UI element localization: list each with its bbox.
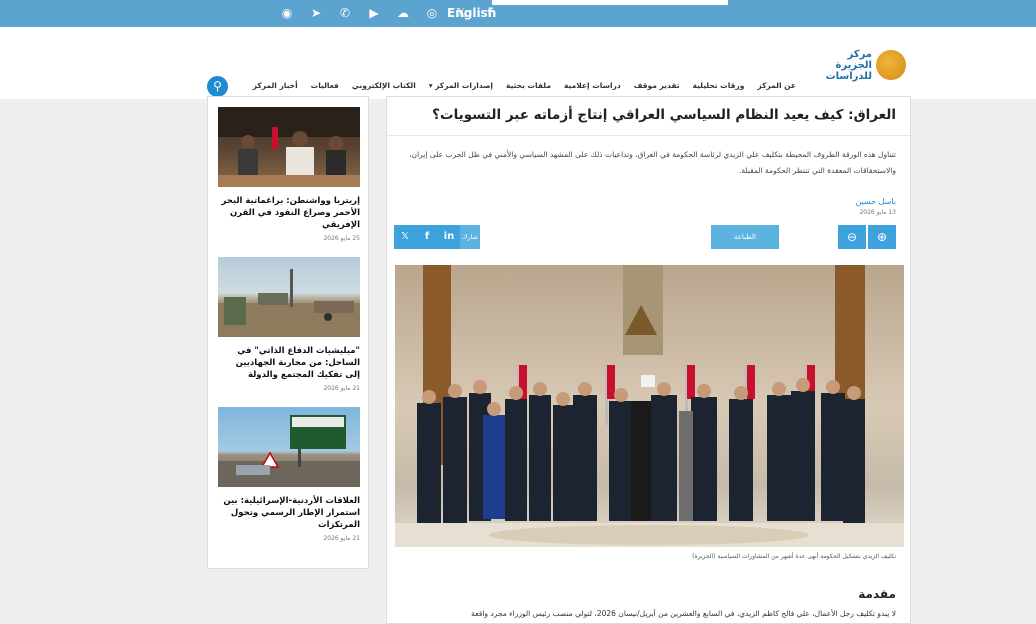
logo-line-2: للدراسات bbox=[825, 70, 872, 82]
logo-mark-icon bbox=[876, 50, 906, 80]
youtube-icon[interactable]: ▶ bbox=[368, 0, 380, 27]
nav-media-studies[interactable]: دراسات إعلامية bbox=[564, 81, 621, 90]
border-crossing-photo bbox=[218, 415, 360, 487]
instagram-icon[interactable]: ◎ bbox=[426, 0, 438, 27]
related-card-image[interactable] bbox=[218, 257, 360, 337]
related-card-date: 25 مايو 2026 bbox=[323, 235, 360, 242]
nav-events[interactable]: فعاليات bbox=[311, 81, 339, 90]
article-lead: تتناول هذه الورقة الظروف المحيطة بتكليف … bbox=[409, 150, 896, 175]
font-size-controls: ⊖ ⊕ bbox=[838, 225, 896, 249]
search-button[interactable]: ⚲ bbox=[207, 76, 228, 97]
top-bar-strip bbox=[492, 0, 728, 5]
related-card-title[interactable]: العلاقات الأردنية-الإسرائيلية: بين استمر… bbox=[218, 495, 360, 531]
cabinet-photo bbox=[395, 265, 904, 547]
related-card-image[interactable] bbox=[218, 107, 360, 187]
article-title: العراق: كيف يعيد النظام السياسي العراقي … bbox=[432, 107, 896, 123]
nav-ebook[interactable]: الكتاب الإلكتروني bbox=[352, 81, 416, 90]
print-button[interactable]: الطباعة bbox=[711, 225, 779, 249]
top-bar: ◉ ➤ ✆ ▶ ☁ ◎ 𝕏 f English bbox=[0, 0, 1036, 27]
zoom-in-button[interactable]: ⊕ bbox=[868, 225, 896, 249]
soundcloud-icon[interactable]: ☁ bbox=[397, 0, 409, 27]
related-card[interactable]: "ميليشيات الدفاع الذاتي" في الساحل: من م… bbox=[218, 257, 360, 392]
nav-about[interactable]: عن المركز bbox=[757, 81, 796, 90]
related-card[interactable]: إريتريا وواشنطن: براغماتية البحر الأحمر … bbox=[218, 107, 360, 242]
meeting-photo bbox=[218, 107, 360, 187]
facebook-share-icon[interactable]: f bbox=[416, 225, 438, 249]
related-card-date: 21 مايو 2026 bbox=[323, 535, 360, 542]
nav-research-files[interactable]: ملفات بحثية bbox=[506, 81, 551, 90]
militia-photo bbox=[218, 269, 360, 337]
related-card-title[interactable]: إريتريا وواشنطن: براغماتية البحر الأحمر … bbox=[218, 195, 360, 231]
whatsapp-icon[interactable]: ✆ bbox=[339, 0, 351, 27]
linkedin-share-icon[interactable]: in bbox=[438, 225, 460, 249]
logo-text: مركز الجزيرة للدراسات bbox=[816, 49, 872, 82]
main-nav: عن المركز ورقات تحليلية تقدير موقف دراسا… bbox=[253, 75, 796, 95]
site-logo[interactable]: مركز الجزيرة للدراسات bbox=[816, 45, 906, 85]
english-link[interactable]: English bbox=[447, 0, 496, 27]
article-author[interactable]: باسل حسين bbox=[855, 197, 896, 206]
nav-analytical-papers[interactable]: ورقات تحليلية bbox=[693, 81, 745, 90]
nav-news[interactable]: أخبار المركز bbox=[253, 81, 298, 90]
share-label: شارك bbox=[460, 225, 480, 249]
related-card-image[interactable] bbox=[218, 407, 360, 487]
logo-line-1: مركز الجزيرة bbox=[835, 48, 873, 71]
section-heading: مقدمة bbox=[858, 587, 896, 601]
article-body: لا يبدو تكليف رجل الأعمال، علي فالح كاظم… bbox=[471, 609, 896, 618]
article-date: 13 مايو 2026 bbox=[859, 209, 896, 216]
related-card-date: 21 مايو 2026 bbox=[323, 385, 360, 392]
rss-icon[interactable]: ◉ bbox=[281, 0, 293, 27]
telegram-icon[interactable]: ➤ bbox=[310, 0, 322, 27]
image-caption: تكليف الزيدي بتشكيل الحكومة أنهى عدة أشه… bbox=[692, 553, 896, 560]
related-card-title[interactable]: "ميليشيات الدفاع الذاتي" في الساحل: من م… bbox=[218, 345, 360, 381]
share-bar: 𝕏 f in شارك bbox=[394, 225, 480, 249]
related-card[interactable]: العلاقات الأردنية-الإسرائيلية: بين استمر… bbox=[218, 407, 360, 542]
nav-publications[interactable]: إصدارات المركز ▾ bbox=[429, 81, 493, 90]
article-main-image[interactable] bbox=[395, 265, 904, 547]
related-sidebar: إريتريا وواشنطن: براغماتية البحر الأحمر … bbox=[207, 96, 369, 569]
article-toolbar: ⊖ ⊕ الطباعة 𝕏 f in شارك bbox=[387, 225, 912, 249]
x-share-icon[interactable]: 𝕏 bbox=[394, 225, 416, 249]
zoom-out-button[interactable]: ⊖ bbox=[838, 225, 866, 249]
title-divider bbox=[387, 135, 912, 136]
search-icon: ⚲ bbox=[213, 79, 222, 93]
article: العراق: كيف يعيد النظام السياسي العراقي … bbox=[386, 96, 912, 624]
site-header: مركز الجزيرة للدراسات عن المركز ورقات تح… bbox=[0, 27, 1036, 99]
nav-position-assessment[interactable]: تقدير موقف bbox=[634, 81, 680, 90]
